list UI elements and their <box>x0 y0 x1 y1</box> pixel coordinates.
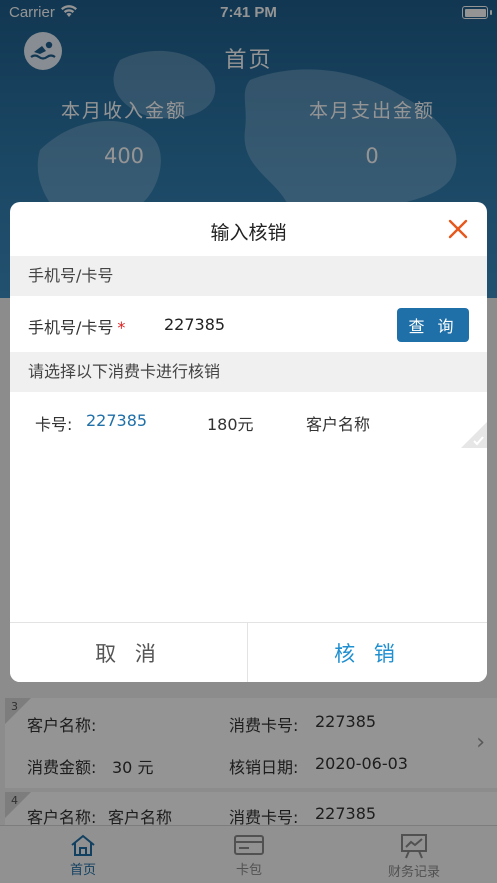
phone-card-row: 手机号/卡号* 查 询 <box>10 296 487 352</box>
verify-modal: 输入核销 手机号/卡号 手机号/卡号* 查 询 请选择以下消费卡进行核销 卡号:… <box>10 202 487 682</box>
required-asterisk: * <box>117 318 126 337</box>
modal-footer: 取 消 核 销 <box>10 622 487 682</box>
modal-title: 输入核销 <box>210 222 287 244</box>
phone-card-input[interactable] <box>164 308 384 340</box>
card-customer-name: 客户名称 <box>306 415 371 434</box>
card-number-value: 227385 <box>86 411 148 430</box>
phone-card-label-text: 手机号/卡号 <box>28 318 114 337</box>
card-number-label: 卡号: <box>35 415 73 434</box>
cancel-button[interactable]: 取 消 <box>10 623 248 682</box>
checkmark-corner-icon <box>461 422 487 448</box>
card-option-row[interactable]: 卡号: 227385 180元 客户名称 <box>10 394 487 448</box>
card-amount: 180元 <box>207 415 254 434</box>
section-phone-card-header: 手机号/卡号 <box>10 256 487 296</box>
confirm-verify-button[interactable]: 核 销 <box>248 623 487 682</box>
close-icon[interactable] <box>447 218 469 240</box>
modal-header: 输入核销 <box>10 202 487 256</box>
query-button[interactable]: 查 询 <box>397 308 469 342</box>
phone-card-label: 手机号/卡号 * <box>28 314 125 338</box>
section-select-card-header: 请选择以下消费卡进行核销 <box>10 352 487 392</box>
